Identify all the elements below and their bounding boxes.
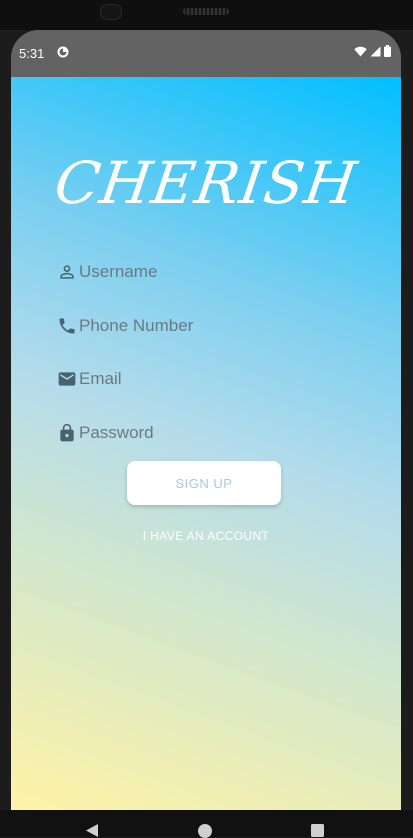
password-input[interactable] <box>79 423 329 443</box>
navigation-bar <box>0 810 413 838</box>
email-input[interactable] <box>79 369 329 389</box>
person-icon <box>60 265 74 279</box>
home-icon[interactable] <box>198 824 212 838</box>
recent-apps-icon[interactable] <box>311 824 324 837</box>
signup-button[interactable]: SIGN UP <box>127 461 281 505</box>
phone-input[interactable] <box>79 316 329 336</box>
device-frame: 5:31 CHERISH Username Phone Number Email… <box>0 0 413 838</box>
status-indicators <box>354 45 391 57</box>
have-account-link[interactable]: I HAVE AN ACCOUNT <box>11 529 401 543</box>
mail-icon <box>58 372 76 386</box>
back-icon[interactable] <box>86 824 98 837</box>
signal-icon <box>370 46 381 56</box>
wifi-icon <box>354 46 367 56</box>
device-top-bezel <box>0 0 413 30</box>
lock-icon <box>60 423 74 442</box>
app-notification-icon <box>57 46 69 58</box>
status-time: 5:31 <box>19 46 45 61</box>
earpiece-speaker <box>183 8 229 15</box>
username-input[interactable] <box>79 262 329 282</box>
signup-screen: CHERISH Username Phone Number Email SIGN… <box>11 77 401 810</box>
phone-field[interactable] <box>57 311 347 341</box>
front-camera <box>100 4 122 20</box>
password-field[interactable] <box>57 418 347 448</box>
app-logo: CHERISH <box>50 149 362 217</box>
email-field[interactable] <box>57 364 347 394</box>
screen: 5:31 CHERISH Username Phone Number Email… <box>11 30 401 810</box>
username-field[interactable] <box>57 257 347 287</box>
status-bar: 5:31 <box>11 30 401 77</box>
battery-icon <box>384 45 391 57</box>
phone-icon <box>59 318 75 334</box>
